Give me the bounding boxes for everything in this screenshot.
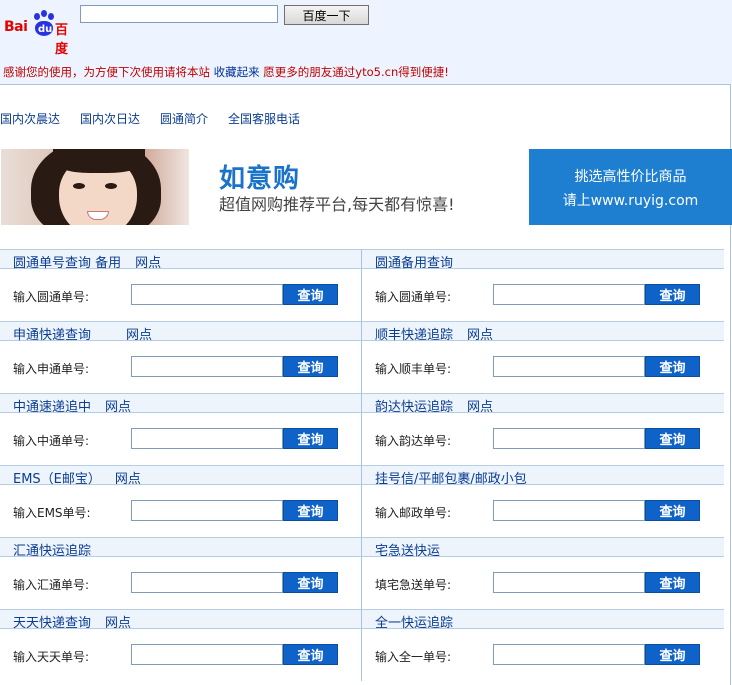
query-panel: 韵达快运追踪 网点 输入韵达单号: 查询: [362, 393, 724, 465]
query-row: 天天快递查询 网点 输入天天单号: 查询 全一快运追踪 输入全一单号: 查询: [0, 609, 724, 681]
top-nav: 国内次晨达 国内次日达 圆通简介 全国客服电话: [0, 110, 320, 127]
query-button[interactable]: 查询: [645, 572, 700, 593]
panel-outlet-link[interactable]: 网点: [126, 328, 152, 343]
panel-label: 输入邮政单号:: [375, 506, 452, 520]
panel-label: 输入全一单号:: [375, 650, 452, 664]
nav-item-next-day[interactable]: 国内次日达: [80, 112, 140, 126]
query-button[interactable]: 查询: [645, 356, 700, 377]
notice-text-b: 愿更多的朋友通过yto5.cn得到便捷!: [259, 65, 449, 79]
query-row: 汇通快运追踪 输入汇通单号: 查询 宅急送快运 填宅急送单号: 查询: [0, 537, 724, 609]
panel-title: 汇通快运追踪: [13, 544, 92, 559]
top-bar: Bai du 百度 百度一下 感谢您的使用，为方便下次使用请将本站 收藏起来 愿…: [0, 0, 732, 84]
tracking-input[interactable]: [493, 356, 645, 377]
panel-title: 圆通备用查询: [375, 256, 454, 271]
notice-text: 感谢您的使用，为方便下次使用请将本站 收藏起来 愿更多的朋友通过yto5.cn得…: [3, 64, 449, 80]
panel-outlet-link[interactable]: 网点: [105, 400, 131, 415]
tracking-input[interactable]: [131, 572, 283, 593]
bookmark-link[interactable]: 收藏起来: [214, 65, 260, 79]
tracking-input[interactable]: [493, 644, 645, 665]
panel-label: 输入汇通单号:: [13, 578, 90, 592]
query-panel: EMS（E邮宝） 网点 输入EMS单号: 查询: [0, 465, 362, 537]
query-button[interactable]: 查询: [645, 284, 700, 305]
query-panel: 全一快运追踪 输入全一单号: 查询: [362, 609, 724, 681]
query-panel: 天天快递查询 网点 输入天天单号: 查询: [0, 609, 362, 681]
panel-title: 韵达快运追踪: [375, 400, 454, 415]
query-button[interactable]: 查询: [283, 500, 338, 521]
query-panel: 顺丰快递追踪 网点 输入顺丰单号: 查询: [362, 321, 724, 393]
query-panel: 圆通单号查询 备用 网点 输入圆通单号: 查询: [0, 249, 362, 321]
panel-title: 申通快递查询: [13, 328, 92, 343]
panel-label: 填宅急送单号:: [375, 578, 452, 592]
query-panel: 挂号信/平邮包裹/邮政小包 输入邮政单号: 查询: [362, 465, 724, 537]
panel-backup-link[interactable]: 备用: [91, 256, 121, 271]
query-panel: 汇通快运追踪 输入汇通单号: 查询: [0, 537, 362, 609]
panel-title: 天天快递查询: [13, 616, 92, 631]
baidu-logo-du: du: [38, 24, 53, 35]
query-button[interactable]: 查询: [283, 284, 338, 305]
baidu-logo-cn: 百度: [55, 23, 69, 57]
query-panel: 申通快递查询 网点 输入申通单号: 查询: [0, 321, 362, 393]
tracking-input[interactable]: [493, 428, 645, 449]
panel-title: 中通速递追中: [13, 400, 92, 415]
tracking-input[interactable]: [493, 284, 645, 305]
tracking-input[interactable]: [131, 356, 283, 377]
query-button[interactable]: 查询: [283, 572, 338, 593]
query-button[interactable]: 查询: [645, 428, 700, 449]
query-button[interactable]: 查询: [283, 356, 338, 377]
panel-label: 输入圆通单号:: [375, 290, 452, 304]
nav-item-next-morning[interactable]: 国内次晨达: [0, 112, 60, 126]
tracking-input[interactable]: [493, 572, 645, 593]
baidu-search-button[interactable]: 百度一下: [284, 5, 369, 25]
panel-outlet-link[interactable]: 网点: [115, 472, 141, 487]
banner-slogan: 超值网购推荐平台,每天都有惊喜!: [219, 195, 455, 214]
query-panel: 宅急送快运 填宅急送单号: 查询: [362, 537, 724, 609]
tracking-input[interactable]: [131, 644, 283, 665]
baidu-logo[interactable]: Bai du 百度: [4, 10, 80, 57]
panel-outlet-link[interactable]: 网点: [135, 256, 161, 271]
query-button[interactable]: 查询: [283, 428, 338, 449]
panel-title: 顺丰快递追踪: [375, 328, 454, 343]
panel-title: 挂号信/平邮包裹/邮政小包: [375, 472, 527, 487]
panel-outlet-link[interactable]: 网点: [105, 616, 131, 631]
nav-item-hotline[interactable]: 全国客服电话: [228, 112, 300, 126]
panel-label: 输入天天单号:: [13, 650, 90, 664]
tracking-input[interactable]: [131, 500, 283, 521]
notice-text-a: 感谢您的使用，为方便下次使用请将本站: [3, 65, 214, 79]
panel-label: 输入韵达单号:: [375, 434, 452, 448]
ad-banner[interactable]: 如意购 超值网购推荐平台,每天都有惊喜! 挑选高性价比商品 请上www.ruyi…: [1, 149, 732, 225]
query-panel: 圆通备用查询 输入圆通单号: 查询: [362, 249, 724, 321]
panel-label: 输入中通单号:: [13, 434, 90, 448]
panel-outlet-link[interactable]: 网点: [467, 400, 493, 415]
banner-photo: [1, 149, 189, 225]
banner-promo[interactable]: 挑选高性价比商品 请上www.ruyig.com: [529, 149, 732, 225]
panel-title: 宅急送快运: [375, 544, 441, 559]
panel-label: 输入圆通单号:: [13, 290, 90, 304]
query-panel: 中通速递追中 网点 输入中通单号: 查询: [0, 393, 362, 465]
query-row: 申通快递查询 网点 输入申通单号: 查询 顺丰快递追踪 网点 输入顺丰单号: 查询: [0, 321, 724, 393]
tracking-input[interactable]: [131, 428, 283, 449]
query-row: 中通速递追中 网点 输入中通单号: 查询 韵达快运追踪 网点 输入韵达单号: 查询: [0, 393, 724, 465]
promo-line1: 挑选高性价比商品: [574, 169, 687, 185]
query-row: EMS（E邮宝） 网点 输入EMS单号: 查询 挂号信/平邮包裹/邮政小包 输入邮…: [0, 465, 724, 537]
query-button[interactable]: 查询: [283, 644, 338, 665]
panel-label: 输入EMS单号:: [13, 506, 91, 520]
banner-brand: 如意购: [219, 164, 301, 194]
tracking-input[interactable]: [131, 284, 283, 305]
query-row: 圆通单号查询 备用 网点 输入圆通单号: 查询 圆通备用查询 输入圆通单号: 查询: [0, 249, 724, 321]
panel-outlet-link[interactable]: 网点: [467, 328, 493, 343]
query-button[interactable]: 查询: [645, 500, 700, 521]
panel-title: 圆通单号查询: [13, 256, 92, 271]
panel-label: 输入申通单号:: [13, 362, 90, 376]
panel-title: 全一快运追踪: [375, 616, 454, 631]
panel-label: 输入顺丰单号:: [375, 362, 452, 376]
baidu-search-input[interactable]: [80, 5, 278, 23]
tracking-input[interactable]: [493, 500, 645, 521]
nav-item-about[interactable]: 圆通简介: [160, 112, 208, 126]
query-button[interactable]: 查询: [645, 644, 700, 665]
panel-title: EMS（E邮宝）: [13, 472, 101, 487]
promo-line2: 请上www.ruyig.com: [562, 193, 699, 209]
baidu-logo-bai: Bai: [4, 19, 28, 35]
